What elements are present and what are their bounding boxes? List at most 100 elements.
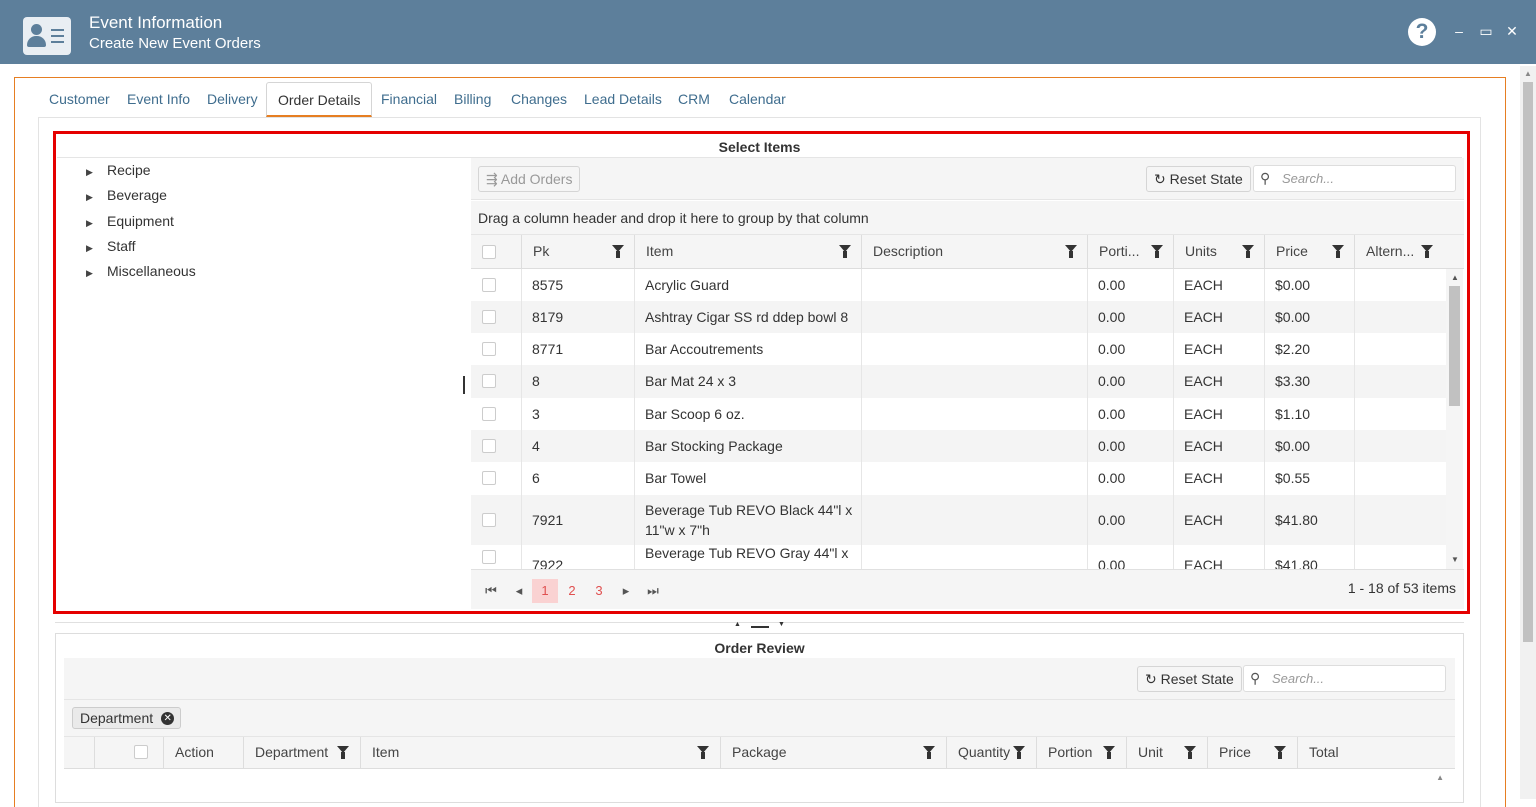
tab-crm[interactable]: CRM bbox=[678, 82, 710, 117]
review-reset-state-button[interactable]: ↻ Reset State bbox=[1137, 666, 1242, 692]
caret-right-icon[interactable]: ▶ bbox=[86, 238, 107, 258]
table-row[interactable]: 6 Bar Towel 0.00 EACH $0.55 bbox=[471, 462, 1446, 495]
group-drop-area[interactable]: Drag a column header and drop it here to… bbox=[471, 201, 1464, 235]
scroll-down-icon[interactable]: ▼ bbox=[1451, 555, 1459, 564]
tab-delivery[interactable]: Delivery bbox=[207, 82, 258, 117]
scroll-thumb[interactable] bbox=[1449, 286, 1460, 406]
page-3-button[interactable]: 3 bbox=[586, 579, 612, 603]
table-row[interactable]: 8 Bar Mat 24 x 3 0.00 EACH $3.30 bbox=[471, 365, 1446, 398]
tab-changes[interactable]: Changes bbox=[511, 82, 567, 117]
row-checkbox[interactable] bbox=[482, 374, 496, 388]
filter-icon[interactable] bbox=[1421, 245, 1433, 259]
tab-calendar[interactable]: Calendar bbox=[729, 82, 786, 117]
caret-right-icon[interactable]: ▶ bbox=[86, 162, 107, 182]
close-button[interactable]: ✕ bbox=[1503, 20, 1521, 42]
tree-item-recipe[interactable]: ▶ Recipe bbox=[86, 160, 151, 180]
column-header-package[interactable]: Package bbox=[720, 737, 946, 769]
select-all-checkbox[interactable] bbox=[482, 245, 496, 259]
splitter-grip[interactable] bbox=[751, 626, 769, 628]
filter-icon[interactable] bbox=[1332, 245, 1344, 259]
filter-icon[interactable] bbox=[1103, 746, 1115, 760]
filter-icon[interactable] bbox=[697, 746, 709, 760]
table-row[interactable]: 7922 Beverage Tub REVO Gray 44"l x 0.00 EAC… bbox=[471, 545, 1446, 569]
column-header-unit[interactable]: Unit bbox=[1126, 737, 1207, 769]
reset-state-button[interactable]: ↻ Reset State bbox=[1146, 166, 1251, 192]
row-checkbox[interactable] bbox=[482, 550, 496, 564]
tab-lead-details[interactable]: Lead Details bbox=[584, 82, 662, 117]
tab-financial[interactable]: Financial bbox=[381, 82, 437, 117]
tab-event-info[interactable]: Event Info bbox=[127, 82, 190, 117]
vertical-splitter[interactable] bbox=[463, 376, 465, 394]
filter-icon[interactable] bbox=[1151, 245, 1163, 259]
filter-icon[interactable] bbox=[1274, 746, 1286, 760]
column-header-description[interactable]: Description bbox=[861, 235, 1087, 269]
column-header-department[interactable]: Department bbox=[243, 737, 360, 769]
caret-right-icon[interactable]: ▶ bbox=[86, 187, 107, 207]
review-select-all-checkbox[interactable] bbox=[134, 745, 148, 759]
column-header-price[interactable]: Price bbox=[1207, 737, 1297, 769]
review-search-input[interactable]: ⚲ Search... bbox=[1243, 665, 1446, 692]
filter-icon[interactable] bbox=[839, 245, 851, 259]
column-header-alternate[interactable]: Altern... bbox=[1354, 235, 1446, 269]
row-checkbox[interactable] bbox=[482, 407, 496, 421]
remove-group-icon[interactable]: ✕ bbox=[161, 712, 175, 725]
page-1-button[interactable]: 1 bbox=[532, 579, 558, 603]
table-row[interactable]: 4 Bar Stocking Package 0.00 EACH $0.00 bbox=[471, 430, 1446, 462]
filter-icon[interactable] bbox=[1184, 746, 1196, 760]
column-header-quantity[interactable]: Quantity bbox=[946, 737, 1036, 769]
page-scrollbar[interactable]: ▲ bbox=[1520, 66, 1536, 799]
prev-page-icon[interactable]: ◂ bbox=[506, 579, 532, 603]
page-scroll-thumb[interactable] bbox=[1523, 82, 1533, 642]
tab-customer[interactable]: Customer bbox=[49, 82, 110, 117]
row-checkbox[interactable] bbox=[482, 278, 496, 292]
column-header-total[interactable]: Total bbox=[1297, 737, 1437, 769]
filter-icon[interactable] bbox=[1242, 245, 1254, 259]
collapse-up-icon[interactable]: ▲ bbox=[734, 621, 741, 628]
expand-down-icon[interactable]: ▼ bbox=[778, 621, 785, 628]
column-header-item[interactable]: Item bbox=[634, 235, 861, 269]
horizontal-splitter[interactable] bbox=[55, 622, 1464, 623]
help-icon[interactable]: ? bbox=[1408, 18, 1436, 46]
tab-billing[interactable]: Billing bbox=[454, 82, 491, 117]
caret-right-icon[interactable]: ▶ bbox=[86, 213, 107, 233]
row-checkbox[interactable] bbox=[482, 513, 496, 527]
caret-right-icon[interactable]: ▶ bbox=[86, 263, 107, 283]
column-header-portion[interactable]: Portion bbox=[1036, 737, 1126, 769]
add-orders-button[interactable]: ⇶ Add Orders bbox=[478, 166, 581, 192]
column-header-item[interactable]: Item bbox=[360, 737, 720, 769]
column-header-portion[interactable]: Porti... bbox=[1087, 235, 1173, 269]
filter-icon[interactable] bbox=[337, 746, 349, 760]
filter-icon[interactable] bbox=[1065, 245, 1077, 259]
column-header-price[interactable]: Price bbox=[1264, 235, 1354, 269]
filter-icon[interactable] bbox=[612, 245, 624, 259]
page-2-button[interactable]: 2 bbox=[559, 579, 585, 603]
column-header-action[interactable]: Action bbox=[163, 737, 243, 769]
last-page-icon[interactable]: ⏭ bbox=[640, 579, 666, 603]
tree-item-beverage[interactable]: ▶ Beverage bbox=[86, 185, 167, 205]
group-chip-department[interactable]: Department ✕ bbox=[72, 707, 182, 729]
table-row[interactable]: 7921 Beverage Tub REVO Black 44"l x 11"w x… bbox=[471, 495, 1446, 545]
filter-icon[interactable] bbox=[1013, 746, 1025, 760]
column-header-pk[interactable]: Pk bbox=[521, 235, 634, 269]
maximize-button[interactable]: ▭ bbox=[1477, 20, 1495, 42]
scroll-up-icon[interactable]: ▲ bbox=[1436, 773, 1444, 782]
row-checkbox[interactable] bbox=[482, 471, 496, 485]
tree-item-staff[interactable]: ▶ Staff bbox=[86, 236, 136, 256]
scroll-up-icon[interactable]: ▲ bbox=[1451, 273, 1459, 282]
row-checkbox[interactable] bbox=[482, 439, 496, 453]
filter-icon[interactable] bbox=[923, 746, 935, 760]
row-checkbox[interactable] bbox=[482, 310, 496, 324]
first-page-icon[interactable]: ⏮ bbox=[478, 579, 504, 603]
row-checkbox[interactable] bbox=[482, 342, 496, 356]
table-row[interactable]: 3 Bar Scoop 6 oz. 0.00 EACH $1.10 bbox=[471, 398, 1446, 430]
review-group-area[interactable] bbox=[64, 700, 1455, 737]
minimize-button[interactable]: – bbox=[1450, 20, 1468, 42]
table-row[interactable]: 8771 Bar Accoutrements 0.00 EACH $2.20 bbox=[471, 333, 1446, 365]
next-page-icon[interactable]: ▸ bbox=[613, 579, 639, 603]
column-header-units[interactable]: Units bbox=[1173, 235, 1264, 269]
table-row[interactable]: 8179 Ashtray Cigar SS rd ddep bowl 8 0.00 E… bbox=[471, 301, 1446, 333]
tree-item-equipment[interactable]: ▶ Equipment bbox=[86, 211, 174, 231]
items-search-input[interactable]: ⚲ Search... bbox=[1253, 165, 1456, 192]
tab-order-details[interactable]: Order Details bbox=[266, 82, 373, 117]
tree-item-miscellaneous[interactable]: ▶ Miscellaneous bbox=[86, 261, 196, 281]
